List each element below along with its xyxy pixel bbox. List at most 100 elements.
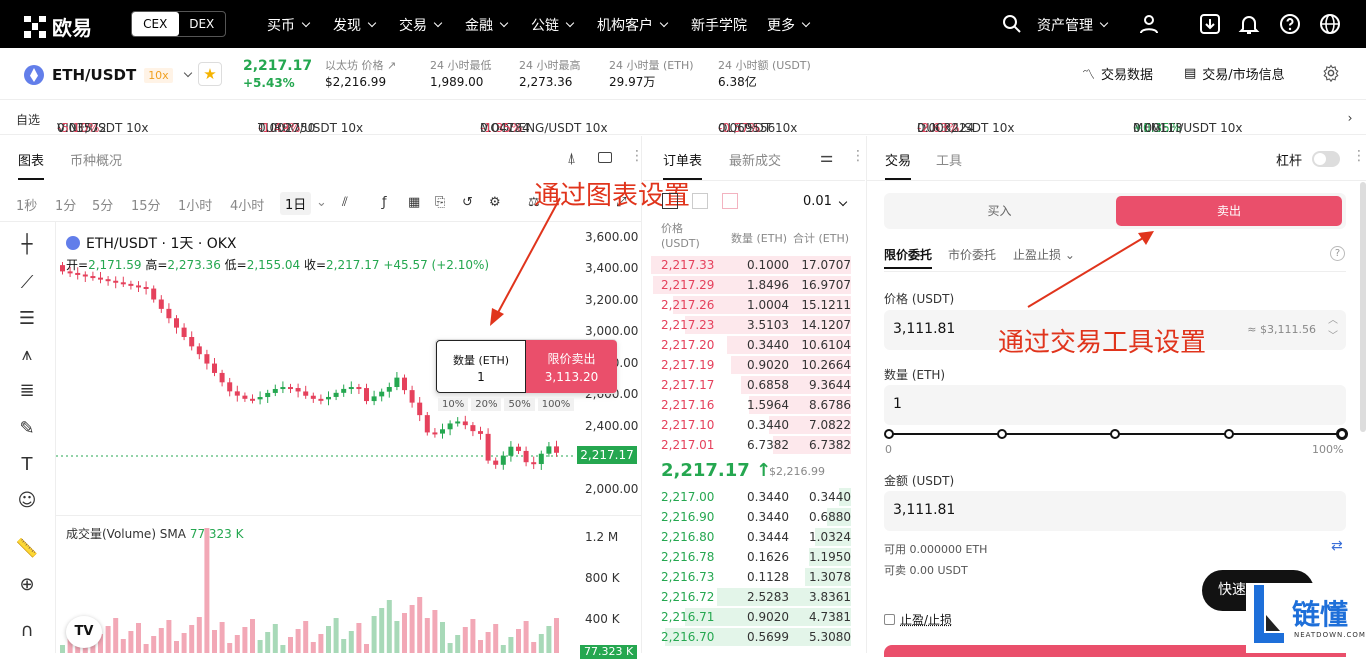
bid-row[interactable]: 2,216.78 0.1626 1.1950 — [651, 547, 851, 567]
slider-handle[interactable] — [1336, 428, 1348, 440]
ask-row[interactable]: 2,217.16 1.5964 8.6786 — [651, 395, 851, 415]
qty-input[interactable]: 1 — [884, 385, 1346, 425]
indicator-icon[interactable]: ƒ — [382, 195, 387, 210]
view-both-icon[interactable] — [662, 193, 678, 209]
timeframe-option[interactable]: 5分 — [92, 195, 113, 214]
settings-gear-icon[interactable] — [1322, 64, 1340, 82]
fib-icon[interactable]: ≣ — [14, 380, 40, 406]
cex-option[interactable]: CEX — [132, 12, 179, 36]
tab-recent-trades[interactable]: 最新成交 — [729, 150, 781, 169]
nav-institutional[interactable]: 机构客户 — [597, 15, 667, 35]
help-icon[interactable]: ? — [1330, 246, 1345, 261]
favorite-star-icon[interactable]: ★ — [198, 62, 222, 86]
timeframe-option[interactable]: 4小时 — [230, 195, 264, 214]
crosshair-icon[interactable]: ┼ — [14, 234, 40, 260]
nav-chain[interactable]: 公链 — [531, 15, 573, 35]
download-icon[interactable] — [1198, 12, 1222, 36]
chevron-down-icon[interactable]: ⌄ — [316, 195, 327, 210]
timeframe-option-active[interactable]: 1日 — [280, 192, 311, 215]
bid-row[interactable]: 2,216.80 0.3444 1.0324 — [651, 527, 851, 547]
timeframe-option[interactable]: 1小时 — [178, 195, 212, 214]
view-asks-icon[interactable] — [722, 193, 738, 209]
ask-row[interactable]: 2,217.20 0.3440 10.6104 — [651, 335, 851, 355]
bid-row[interactable]: 2,216.70 0.5699 5.3080 — [651, 627, 851, 647]
price-stepper[interactable]: ︿ ﹀ — [1324, 313, 1342, 345]
ask-row[interactable]: 2,217.26 1.0004 15.1211 — [651, 295, 851, 315]
emoji-icon[interactable]: ☺ — [14, 490, 40, 516]
quick-sell-button[interactable]: 限价卖出 3,113.20 — [526, 340, 617, 393]
quick-qty-input[interactable]: 数量 (ETH) 1 — [436, 340, 526, 393]
bid-row[interactable]: 2,216.90 0.3440 0.6880 — [651, 507, 851, 527]
quick-pct-option[interactable]: 20% — [471, 398, 501, 411]
candle-type-icon[interactable]: ⫽ — [342, 195, 348, 210]
quick-pct-option[interactable]: 50% — [504, 398, 534, 411]
drag-handle-icon[interactable]: ⋮ — [630, 148, 644, 164]
ask-row[interactable]: 2,217.17 0.6858 9.3644 — [651, 375, 851, 395]
scrollbar[interactable] — [1360, 182, 1366, 432]
okx-logo[interactable]: 欧易 — [24, 12, 92, 41]
watchlist-label[interactable]: 自选 — [16, 111, 40, 128]
trade-data-link[interactable]: 〽交易数据 — [1082, 64, 1153, 83]
drag-handle-icon[interactable]: ⋮ — [851, 148, 865, 164]
checkbox-box[interactable] — [884, 614, 895, 625]
tab-tools[interactable]: 工具 — [936, 150, 962, 169]
dex-option[interactable]: DEX — [179, 12, 226, 36]
alert-add-icon[interactable]: ⍋ — [567, 149, 576, 167]
user-icon[interactable] — [1137, 12, 1161, 36]
timeframe-option[interactable]: 1分 — [55, 195, 76, 214]
sell-button[interactable]: 卖出 — [1116, 196, 1342, 226]
tpsl-checkbox[interactable]: 止盈/止损 — [884, 611, 952, 628]
slider-stop[interactable] — [884, 429, 894, 439]
ask-row[interactable]: 2,217.19 0.9020 10.2664 — [651, 355, 851, 375]
bell-icon[interactable] — [1237, 12, 1261, 36]
asset-management-menu[interactable]: 资产管理 — [1037, 15, 1107, 35]
search-icon[interactable] — [1000, 12, 1024, 36]
globe-icon[interactable] — [1318, 12, 1342, 36]
pair-selector[interactable]: ETH/USDT 10x — [24, 65, 191, 85]
nav-trade[interactable]: 交易 — [399, 15, 441, 35]
ask-row[interactable]: 2,217.23 3.5103 14.1207 — [651, 315, 851, 335]
amount-input[interactable]: 3,111.81 — [884, 491, 1346, 531]
nav-learn[interactable]: 新手学院 — [691, 15, 747, 35]
tab-trade[interactable]: 交易 — [885, 150, 911, 169]
template-icon[interactable]: ⎘ — [435, 195, 445, 210]
slider-stop[interactable] — [997, 429, 1007, 439]
trendline-icon[interactable]: ⟋ — [14, 272, 40, 298]
help-icon[interactable] — [1278, 12, 1302, 36]
ask-row[interactable]: 2,217.01 6.7382 6.7382 — [651, 435, 851, 455]
order-type-market[interactable]: 市价委托 — [948, 246, 996, 263]
zoom-in-icon[interactable]: ⊕ — [14, 574, 40, 600]
chevron-right-icon[interactable]: › — [1334, 111, 1366, 125]
nav-finance[interactable]: 金融 — [465, 15, 507, 35]
quick-pct-option[interactable]: 100% — [538, 398, 575, 411]
ask-row[interactable]: 2,217.29 1.8496 16.9707 — [651, 275, 851, 295]
filter-sliders-icon[interactable]: ⚌ — [820, 148, 833, 166]
brush-icon[interactable]: ✎ — [14, 418, 40, 444]
layout-icon[interactable]: ▦ — [408, 195, 420, 210]
timeframe-option[interactable]: 1秒 — [16, 195, 37, 214]
view-bids-icon[interactable] — [692, 193, 708, 209]
nav-discover[interactable]: 发现 — [333, 15, 375, 35]
leverage-toggle[interactable] — [1312, 151, 1340, 167]
cex-dex-toggle[interactable]: CEX DEX — [131, 11, 226, 37]
tab-orderbook[interactable]: 订单表 — [663, 150, 702, 169]
transfer-icon[interactable]: ⇄ — [1331, 538, 1343, 554]
ask-row[interactable]: 2,217.10 0.3440 7.0822 — [651, 415, 851, 435]
pattern-icon[interactable]: ⩚ — [14, 344, 40, 370]
buy-button[interactable]: 买入 — [884, 193, 1115, 229]
replay-icon[interactable]: ↺ — [462, 195, 473, 210]
bid-row[interactable]: 2,216.71 0.9020 4.7381 — [651, 607, 851, 627]
bid-row[interactable]: 2,216.72 2.5283 3.8361 — [651, 587, 851, 607]
horizontal-lines-icon[interactable]: ☰ — [14, 308, 40, 334]
market-info-link[interactable]: ▤ 交易/市场信息 — [1184, 64, 1285, 83]
drag-handle-icon[interactable]: ⋮ — [1352, 148, 1366, 164]
text-tool-icon[interactable]: T — [14, 454, 40, 480]
tradingview-logo-icon[interactable]: TV — [66, 616, 102, 648]
precision-select[interactable]: 0.01 — [803, 194, 846, 209]
slider-stop[interactable] — [1224, 429, 1234, 439]
magnet-icon[interactable]: ∩ — [14, 620, 40, 646]
tab-coin-overview[interactable]: 币种概况 — [70, 150, 122, 169]
tab-chart[interactable]: 图表 — [18, 150, 44, 169]
slider-stop[interactable] — [1110, 429, 1120, 439]
ruler-icon[interactable]: 📏 — [14, 538, 40, 564]
